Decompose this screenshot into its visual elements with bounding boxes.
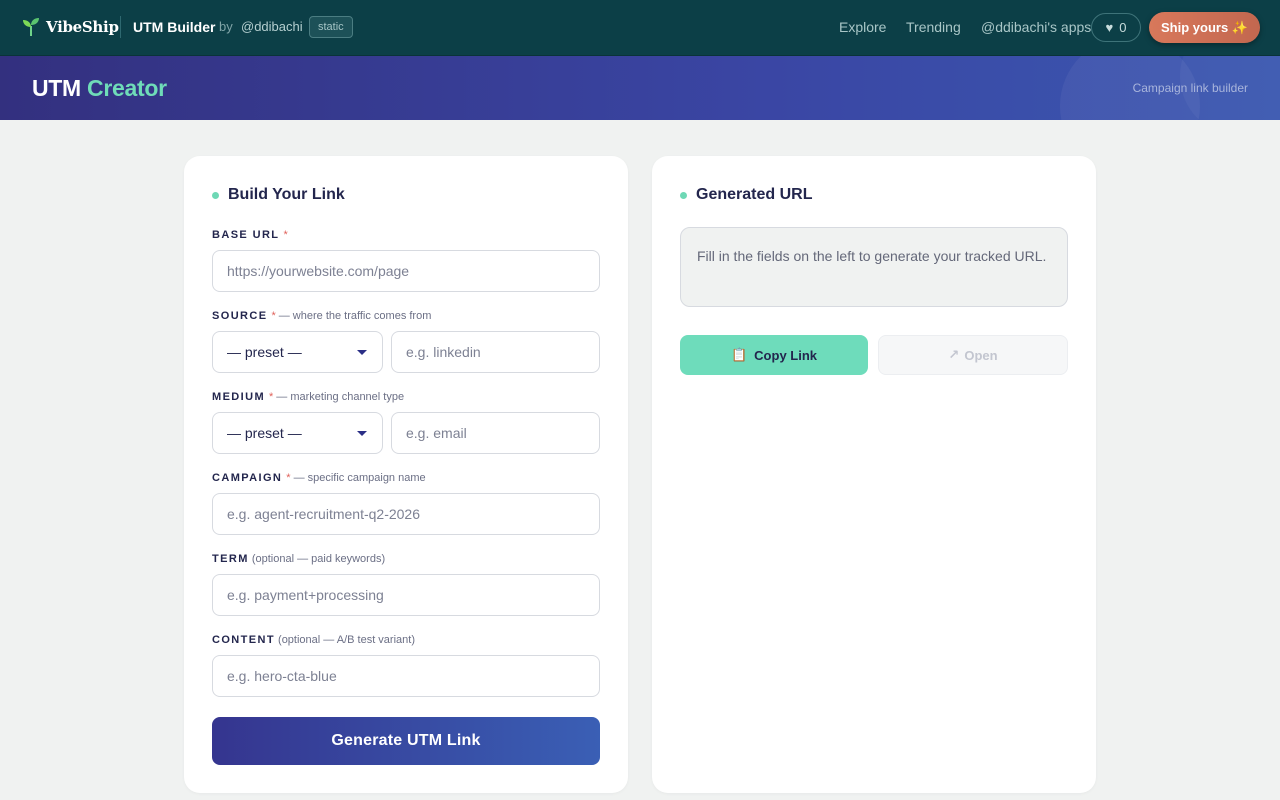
title-accent: Creator [87, 75, 167, 101]
required-mark: * [283, 229, 288, 241]
clipboard-icon: 📋 [730, 347, 748, 362]
open-link-button[interactable]: ↗ Open [878, 335, 1068, 375]
medium-input[interactable] [391, 412, 600, 454]
term-input[interactable] [212, 574, 600, 616]
generated-url-box[interactable]: Fill in the fields on the left to genera… [680, 227, 1068, 307]
source-label-text: SOURCE [212, 310, 268, 322]
term-label: TERM (optional — paid keywords) [212, 553, 385, 565]
required-mark: * [286, 472, 291, 484]
content-label: CONTENT (optional — A/B test variant) [212, 634, 415, 646]
static-badge: static [309, 16, 353, 38]
ship-yours-button[interactable]: Ship yours ✨ [1149, 12, 1260, 43]
source-hint: — where the traffic comes from [278, 310, 432, 322]
by-label: by [219, 19, 233, 34]
medium-preset-select[interactable]: — preset — [212, 412, 383, 454]
base-url-input[interactable] [212, 250, 600, 292]
output-title: Generated URL [680, 186, 812, 204]
page-title: UTM Creator [32, 75, 167, 102]
required-mark: * [271, 310, 276, 322]
caret-down-icon [357, 431, 367, 436]
medium-label: MEDIUM * — marketing channel type [212, 391, 404, 403]
campaign-input[interactable] [212, 493, 600, 535]
nav-trending[interactable]: Trending [906, 19, 961, 35]
medium-label-text: MEDIUM [212, 391, 266, 403]
heart-icon: ♥ [1105, 20, 1114, 35]
open-link-label: Open [964, 347, 998, 363]
base-url-label: BASE URL * [212, 229, 291, 241]
page-subtitle: Campaign link builder [1132, 81, 1248, 95]
content-label-text: CONTENT [212, 634, 275, 646]
source-label: SOURCE * — where the traffic comes from [212, 310, 431, 322]
nav-author-apps[interactable]: @ddibachi's apps [981, 19, 1091, 35]
builder-card: Build Your Link BASE URL* SOURCE*— where… [184, 156, 628, 793]
output-title-text: Generated URL [696, 186, 813, 203]
generate-utm-button[interactable]: Generate UTM Link [212, 717, 600, 765]
copy-link-button[interactable]: 📋 Copy Link [680, 335, 868, 375]
top-nav: VibeShip UTM Builder by @ddibachi static… [0, 0, 1280, 56]
like-count: 0 [1119, 20, 1127, 35]
copy-link-label: Copy Link [754, 347, 818, 363]
medium-preset-value: — preset — [227, 425, 302, 441]
content-input[interactable] [212, 655, 600, 697]
source-preset-select[interactable]: — preset — [212, 331, 383, 373]
logo-text: VibeShip [46, 18, 119, 36]
source-preset-value: — preset — [227, 344, 302, 360]
campaign-label-text: CAMPAIGN [212, 472, 283, 484]
term-hint: (optional — paid keywords) [251, 553, 386, 565]
builder-title: Build Your Link [212, 186, 345, 204]
vibeship-logo[interactable]: VibeShip [20, 16, 119, 38]
content-hint: (optional — A/B test variant) [278, 634, 415, 646]
caret-down-icon [357, 350, 367, 355]
campaign-label: CAMPAIGN * — specific campaign name [212, 472, 426, 484]
author-link[interactable]: @ddibachi [241, 19, 303, 34]
app-name[interactable]: UTM Builder [133, 19, 215, 35]
term-label-text: TERM [212, 553, 249, 565]
divider [120, 16, 121, 38]
output-card: Generated URL Fill in the fields on the … [652, 156, 1096, 793]
required-mark: * [269, 391, 274, 403]
hero-header: UTM Creator Campaign link builder [0, 56, 1280, 120]
title-main: UTM [32, 75, 81, 101]
builder-title-text: Build Your Link [228, 186, 345, 203]
bullet-dot-icon [680, 191, 687, 199]
sprout-icon [23, 18, 39, 36]
source-input[interactable] [391, 331, 600, 373]
nav-explore[interactable]: Explore [839, 19, 886, 35]
campaign-hint: — specific campaign name [293, 472, 426, 484]
base-url-label-text: BASE URL [212, 229, 280, 241]
like-button[interactable]: ♥ 0 [1091, 13, 1141, 42]
bullet-dot-icon [212, 191, 219, 199]
external-link-icon: ↗ [948, 347, 960, 362]
medium-hint: — marketing channel type [276, 391, 405, 403]
